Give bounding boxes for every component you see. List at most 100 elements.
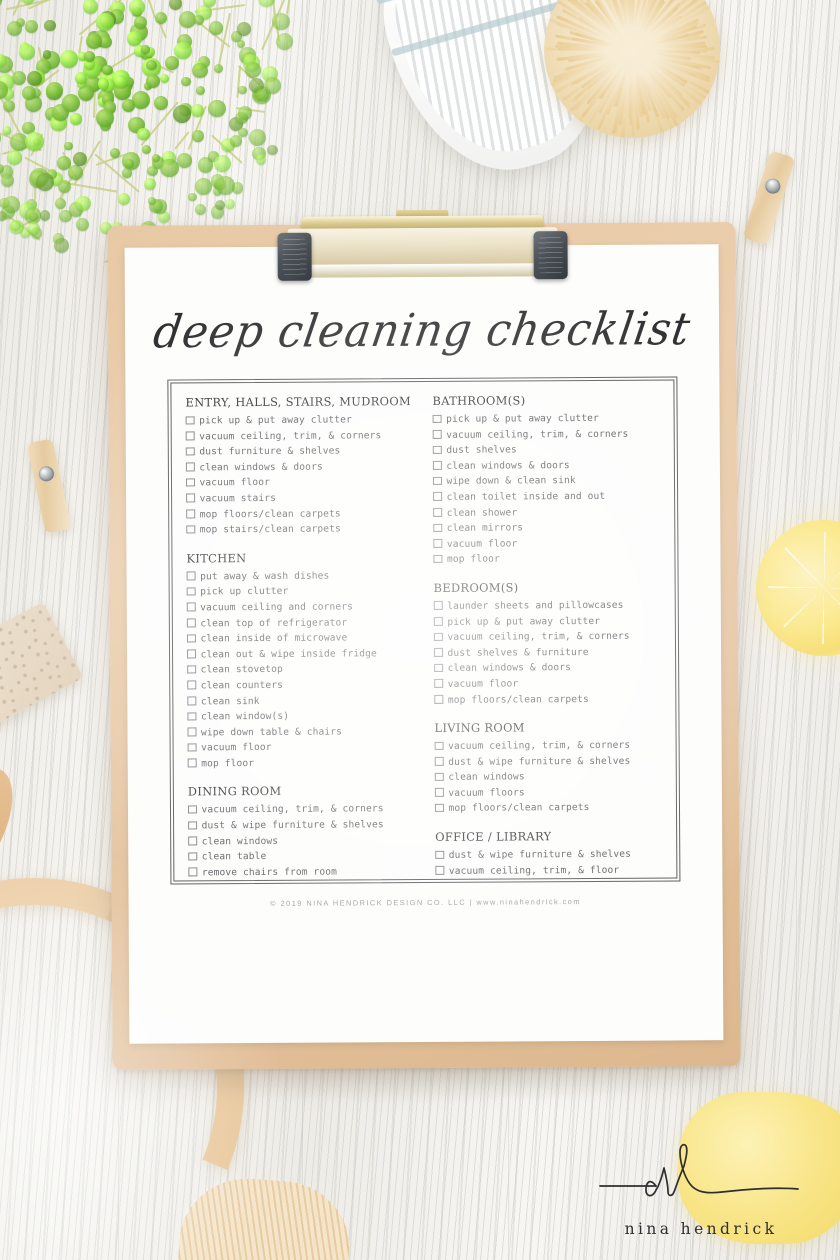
checkbox-icon[interactable] xyxy=(187,665,196,674)
checklist-item[interactable]: pick up & put away clutter xyxy=(185,412,413,429)
checklist-item[interactable]: vacuum stairs xyxy=(186,490,413,507)
checkbox-icon[interactable] xyxy=(186,525,195,534)
checkbox-icon[interactable] xyxy=(185,462,195,472)
checklist-item[interactable]: mop stairs/clean carpets xyxy=(186,521,413,538)
checklist-item[interactable]: vacuum floor xyxy=(185,474,413,491)
checklist-item[interactable]: vacuum floor xyxy=(433,535,660,552)
checkbox-icon[interactable] xyxy=(434,679,443,688)
checklist-item[interactable]: dust & wipe furniture & shelves xyxy=(188,817,415,834)
checklist-item[interactable]: remove chairs from room xyxy=(188,864,415,881)
checklist-item[interactable]: clean top of refrigerator xyxy=(186,615,414,632)
checkbox-icon[interactable] xyxy=(433,601,443,610)
checklist-item[interactable]: dust & wipe furniture & shelves xyxy=(434,753,662,770)
checkbox-icon[interactable] xyxy=(186,602,196,612)
checklist-item[interactable]: vacuum ceiling, trim, & corners xyxy=(185,428,413,445)
checkbox-icon[interactable] xyxy=(435,866,444,875)
checkbox-icon[interactable] xyxy=(434,648,443,657)
checklist-item[interactable]: put away & wash dishes xyxy=(186,568,414,585)
checkbox-icon[interactable] xyxy=(432,414,442,423)
checkbox-icon[interactable] xyxy=(432,429,442,439)
checkbox-icon[interactable] xyxy=(434,663,443,673)
checkbox-icon[interactable] xyxy=(185,431,195,441)
checklist-item[interactable]: vacuum ceiling and corners xyxy=(186,599,414,616)
checklist-item[interactable]: mop floor xyxy=(187,755,415,772)
checkbox-icon[interactable] xyxy=(433,554,442,564)
checklist-item[interactable]: clean table xyxy=(188,848,415,865)
checkbox-icon[interactable] xyxy=(187,711,196,721)
checklist-item[interactable]: clean mirrors xyxy=(433,520,660,537)
checkbox-icon[interactable] xyxy=(434,803,444,813)
checkbox-icon[interactable] xyxy=(432,445,442,455)
checkbox-icon[interactable] xyxy=(188,852,197,861)
checklist-item[interactable]: clean counters xyxy=(187,677,414,694)
checkbox-icon[interactable] xyxy=(432,476,442,486)
checklist-item[interactable]: pick up & put away clutter xyxy=(432,411,660,428)
checklist-item[interactable]: mop floors/clean carpets xyxy=(434,691,661,708)
checkbox-icon[interactable] xyxy=(433,523,442,533)
checkbox-icon[interactable] xyxy=(434,694,443,704)
checklist-item[interactable]: vacuum floor xyxy=(187,739,415,756)
checkbox-icon[interactable] xyxy=(185,478,195,487)
checklist-item[interactable]: clean out & wipe inside fridge xyxy=(187,646,414,663)
checkbox-icon[interactable] xyxy=(187,649,196,659)
checklist-item[interactable]: clean stovetop xyxy=(187,661,414,678)
checklist-item[interactable]: vacuum floors xyxy=(188,879,415,881)
checkbox-icon[interactable] xyxy=(186,571,196,581)
checklist-item[interactable]: dust & wipe furniture & shelves xyxy=(435,847,662,864)
checklist-item[interactable]: vacuum ceiling, trim, & corners xyxy=(433,629,661,646)
checklist-item[interactable]: clean sink xyxy=(187,693,414,710)
checkbox-icon[interactable] xyxy=(433,616,443,626)
checkbox-icon[interactable] xyxy=(434,741,444,751)
checklist-item[interactable]: clean windows & doors xyxy=(185,459,413,476)
checklist-item[interactable]: pick up clutter xyxy=(186,583,414,600)
checkbox-icon[interactable] xyxy=(434,757,444,766)
checklist-item[interactable]: vacuum ceiling, trim, & corners xyxy=(432,426,660,443)
checklist-item[interactable]: clean toilet inside and out xyxy=(433,489,660,506)
checklist-item[interactable]: mop floor xyxy=(433,551,660,568)
checklist-item[interactable]: vacuum floors xyxy=(434,784,662,801)
checklist-item[interactable]: wipe down & clean sink xyxy=(432,473,660,490)
checklist-item[interactable]: mop floors/clean carpets xyxy=(434,800,662,817)
checklist-item[interactable]: clean window(s) xyxy=(187,708,414,725)
checklist-item[interactable]: clean windows & doors xyxy=(432,457,660,474)
checkbox-icon[interactable] xyxy=(187,680,196,690)
checkbox-icon[interactable] xyxy=(187,727,197,737)
checkbox-icon[interactable] xyxy=(188,867,197,877)
checklist-item[interactable]: wipe down table & chairs xyxy=(187,724,414,741)
checkbox-icon[interactable] xyxy=(187,805,197,814)
checklist-item[interactable]: clean windows & doors xyxy=(434,660,661,677)
checkbox-icon[interactable] xyxy=(433,507,442,517)
checklist-item[interactable]: vacuum ceiling, trim, & floor xyxy=(435,862,662,879)
checkbox-icon[interactable] xyxy=(186,634,196,643)
checkbox-icon[interactable] xyxy=(435,850,444,859)
checklist-item[interactable]: clean shower xyxy=(433,504,660,521)
clip-grip-right[interactable] xyxy=(533,231,568,280)
checklist-item[interactable]: clean windows xyxy=(188,833,415,850)
checklist-item[interactable]: dust furniture & shelves xyxy=(185,443,413,460)
checklist-item[interactable]: vacuum floor xyxy=(434,675,661,692)
clip-grip-left[interactable] xyxy=(277,232,312,281)
checkbox-icon[interactable] xyxy=(187,743,197,752)
checklist-item[interactable]: mop floors/clean carpets xyxy=(186,506,413,523)
checklist-item[interactable]: vacuum ceiling, trim, & corners xyxy=(187,802,415,819)
checkbox-icon[interactable] xyxy=(186,509,195,519)
checkbox-icon[interactable] xyxy=(187,758,197,768)
checklist-item[interactable]: clean inside of microwave xyxy=(186,630,414,647)
checklist-item[interactable]: dust shelves xyxy=(432,442,660,459)
checklist-item[interactable]: mop floors/clean carpets xyxy=(435,878,662,881)
checkbox-icon[interactable] xyxy=(186,587,196,596)
checkbox-icon[interactable] xyxy=(433,539,442,548)
checkbox-icon[interactable] xyxy=(185,447,195,456)
checkbox-icon[interactable] xyxy=(188,836,197,846)
checkbox-icon[interactable] xyxy=(432,461,442,470)
checkbox-icon[interactable] xyxy=(433,492,442,501)
checklist-item[interactable]: launder sheets and pillowcases xyxy=(433,597,661,614)
checklist-item[interactable]: vacuum ceiling, trim, & corners xyxy=(434,738,662,755)
checklist-item[interactable]: dust shelves & furniture xyxy=(434,644,661,661)
checkbox-icon[interactable] xyxy=(433,632,443,642)
checklist-item[interactable]: pick up & put away clutter xyxy=(433,613,661,630)
checkbox-icon[interactable] xyxy=(434,788,444,797)
checkbox-icon[interactable] xyxy=(187,696,196,705)
clipboard-clip[interactable] xyxy=(277,209,568,303)
checkbox-icon[interactable] xyxy=(188,820,197,830)
